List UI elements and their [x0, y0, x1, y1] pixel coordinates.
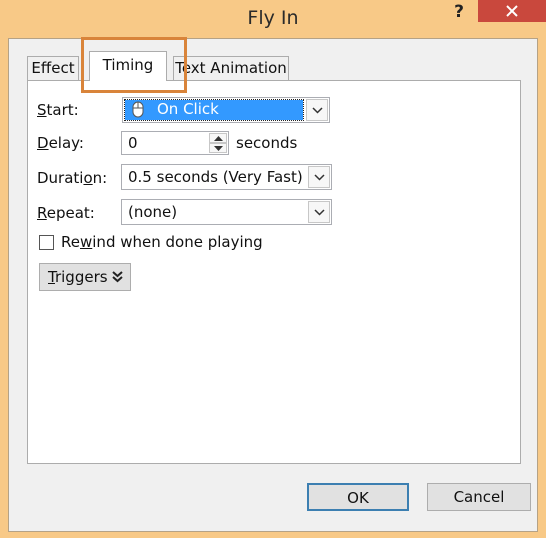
delay-spinner[interactable]: 0 [121, 131, 229, 155]
delay-down-button[interactable] [209, 143, 227, 153]
rewind-checkbox[interactable] [39, 235, 54, 250]
chevron-down-icon [314, 209, 325, 216]
repeat-dropdown[interactable]: (none) [121, 199, 332, 225]
repeat-label: Repeat: [37, 204, 95, 222]
start-label: Start: [37, 101, 79, 119]
caret-up-icon [214, 136, 223, 141]
close-icon [506, 5, 518, 17]
triggers-button[interactable]: Triggers [39, 263, 131, 291]
tab-text-animation[interactable]: Text Animation [173, 56, 289, 80]
title-bar[interactable]: Fly In ? [0, 0, 546, 38]
duration-value: 0.5 seconds (Very Fast) [128, 168, 303, 186]
triggers-label: Triggers [48, 268, 108, 286]
cancel-button[interactable]: Cancel [427, 483, 531, 511]
tab-timing[interactable]: Timing [89, 51, 167, 81]
close-button[interactable] [478, 0, 546, 22]
repeat-value: (none) [128, 203, 178, 221]
dialog-window: Fly In ? Effect Timing Text Animation St… [0, 0, 546, 538]
delay-value: 0 [128, 134, 138, 152]
duration-dropdown[interactable]: 0.5 seconds (Very Fast) [121, 164, 332, 190]
start-dropdown-button[interactable] [306, 99, 328, 121]
chevron-down-icon [312, 107, 323, 114]
caret-down-icon [214, 146, 223, 151]
help-button[interactable]: ? [444, 0, 474, 24]
tab-effect[interactable]: Effect [27, 56, 79, 80]
repeat-dropdown-button[interactable] [308, 201, 330, 223]
duration-label: Duration: [37, 169, 108, 187]
delay-updown[interactable] [209, 133, 227, 153]
dialog-client-area: Effect Timing Text Animation Start: On C… [8, 37, 538, 532]
start-dropdown[interactable]: On Click [122, 97, 330, 123]
delay-unit: seconds [236, 134, 298, 152]
duration-dropdown-button[interactable] [308, 166, 330, 188]
mouse-icon [132, 101, 144, 118]
ok-button[interactable]: OK [307, 483, 409, 511]
double-chevron-down-icon [112, 271, 123, 283]
start-value: On Click [157, 100, 219, 118]
timing-panel: Start: On Click Delay: 0 seconds Duratio… [27, 80, 521, 464]
chevron-down-icon [314, 174, 325, 181]
rewind-label: Rewind when done playing [61, 233, 263, 251]
delay-up-button[interactable] [209, 133, 227, 143]
delay-label: Delay: [37, 134, 84, 152]
